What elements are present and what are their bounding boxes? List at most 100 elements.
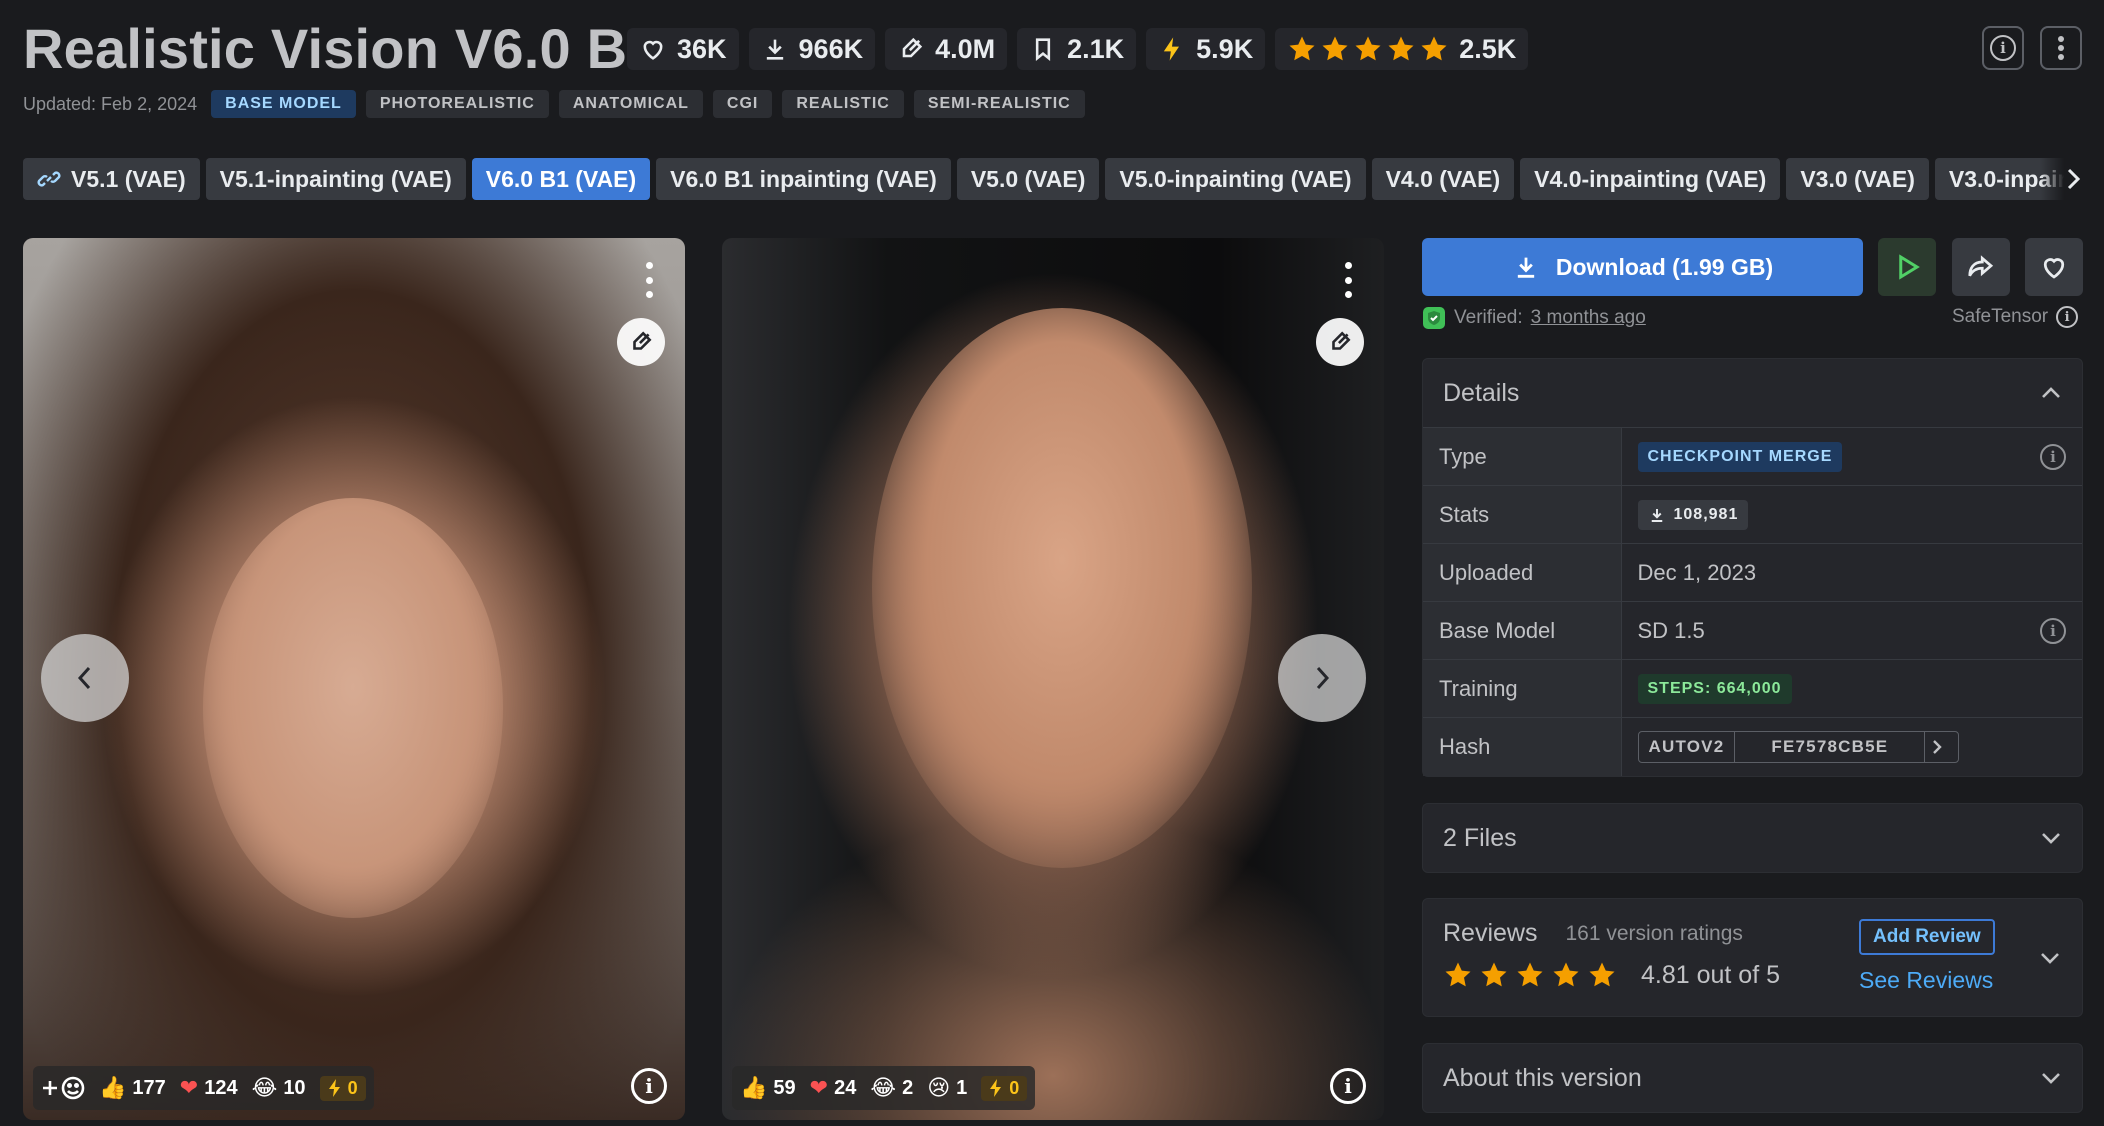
files-header[interactable]: 2 Files [1423,804,2082,872]
updated-date: Updated: Feb 2, 2024 [23,93,198,114]
image-info-button[interactable]: i [1330,1068,1366,1104]
chevron-right-icon [2062,166,2084,192]
version-tab[interactable]: V5.0-inpainting (VAE) [1105,158,1366,200]
star-icon [1388,36,1414,61]
version-tab[interactable]: V5.0 (VAE) [956,158,1100,200]
collected-stat[interactable]: 2.1K [1017,28,1137,70]
tag-photorealistic[interactable]: PHOTOREALISTIC [365,90,549,118]
bolt-icon [328,1079,342,1097]
add-reaction-button[interactable] [41,1075,85,1101]
heart-reaction[interactable]: ❤ 124 [180,1076,238,1101]
info-icon: i [1344,1074,1352,1098]
downloads-stat: 966K [748,28,876,70]
favorite-button[interactable] [2025,238,2083,296]
run-button[interactable] [1878,238,1936,296]
version-tab[interactable]: V6.0 B1 inpainting (VAE) [656,158,951,200]
files-panel[interactable]: 2 Files [1422,803,2083,873]
more-menu-button[interactable] [2040,26,2082,70]
version-tab-active[interactable]: V6.0 B1 (VAE) [471,158,651,200]
tag-cgi[interactable]: CGI [712,90,773,118]
play-icon [1892,252,1922,282]
star-icon [1481,962,1507,987]
heart-icon [639,35,667,63]
add-review-button[interactable]: Add Review [1859,919,1995,955]
training-steps-badge: STEPS: 664,000 [1637,674,1792,704]
laugh-reaction[interactable]: 😂 10 [252,1076,306,1101]
hash-next-button[interactable] [1925,732,1949,762]
cry-reaction[interactable]: 😢 1 [927,1076,967,1101]
see-reviews-link[interactable]: See Reviews [1859,967,1993,994]
brush-icon [897,35,925,63]
chevron-down-icon[interactable] [2039,951,2061,965]
image-menu-button[interactable] [1342,262,1354,298]
buzz-stat[interactable]: 5.9K [1146,28,1266,70]
gallery-image-man[interactable]: 👍 59 ❤ 24 😂 2 😢 1 0 i [722,238,1384,1120]
shield-check-icon [1422,306,1446,330]
verified-date-link[interactable]: 3 months ago [1531,307,1646,329]
version-tab[interactable]: V3.0 (VAE) [1786,158,1929,200]
like-reaction[interactable]: 👍 177 [99,1076,166,1101]
likes-stat[interactable]: 36K [627,28,739,70]
heart-icon: ❤ [809,1075,829,1101]
details-header[interactable]: Details [1423,359,2082,427]
version-tabs: V5.1 (VAE) V5.1-inpainting (VAE) V6.0 B1… [23,158,2083,200]
download-button[interactable]: Download (1.99 GB) [1422,238,1863,296]
review-stars [1443,960,1617,990]
hash-value[interactable]: FE7578CB5E [1735,731,1926,762]
details-table: Type CHECKPOINT MERGE i Stats 108,981 Upl… [1423,427,2082,776]
about-version-panel[interactable]: About this version [1422,1043,2083,1113]
base-model-tag[interactable]: BASE MODEL [211,90,356,118]
star-icon [1589,962,1615,987]
heart-reaction[interactable]: ❤ 24 [810,1076,857,1101]
like-reaction[interactable]: 👍 59 [740,1076,796,1101]
remix-button[interactable] [617,318,665,366]
version-tab[interactable]: V4.0-inpainting (VAE) [1520,158,1781,200]
link-icon [37,167,61,191]
reactions-bar: 👍 177 ❤ 124 😂 10 0 [33,1066,374,1110]
brush-icon [1327,329,1353,355]
info-icon[interactable]: i [2056,306,2079,328]
image-info-button[interactable]: i [631,1068,667,1104]
hash-algo[interactable]: AUTOV2 [1639,731,1736,762]
info-icon[interactable]: i [2040,617,2066,644]
chevron-down-icon [2040,831,2062,845]
info-icon: i [1990,35,2016,61]
plus-smile-icon [41,1075,85,1101]
chevron-down-icon [2040,1071,2062,1085]
brush-icon [628,329,654,355]
laugh-reaction[interactable]: 😂 2 [870,1076,913,1101]
version-tab[interactable]: V5.1 (VAE) [23,158,200,200]
downloads-badge: 108,981 [1637,499,1749,530]
cry-icon: 😢 [927,1075,951,1101]
buzz-tip[interactable]: 0 [981,1075,1028,1101]
rating-stat[interactable]: 2.5K [1275,28,1529,70]
generations-stat: 4.0M [885,28,1008,70]
detail-row-uploaded: Uploaded Dec 1, 2023 [1423,543,2082,602]
model-title: Realistic Vision V6.0 B1 [23,17,659,80]
version-tab[interactable]: V5.1-inpainting (VAE) [205,158,466,200]
tag-semi-realistic[interactable]: SEMI-REALISTIC [913,90,1085,118]
carousel-next-button[interactable] [1278,634,1366,722]
tag-anatomical[interactable]: ANATOMICAL [558,90,703,118]
bolt-icon [989,1079,1003,1097]
remix-button[interactable] [1316,318,1364,366]
info-icon[interactable]: i [2040,443,2066,470]
reviews-panel: Reviews 161 version ratings 4.81 out of … [1422,898,2083,1017]
buzz-tip[interactable]: 0 [319,1075,366,1101]
chevron-left-icon [74,663,96,693]
about-version-header[interactable]: About this version [1423,1044,2082,1112]
tag-realistic[interactable]: REALISTIC [782,90,904,118]
reactions-bar: 👍 59 ❤ 24 😂 2 😢 1 0 [732,1066,1036,1110]
share-button[interactable] [1952,238,2010,296]
file-format: SafeTensor i [1952,306,2079,328]
image-menu-button[interactable] [643,262,655,298]
star-icon [1322,36,1348,61]
version-tab[interactable]: V4.0 (VAE) [1371,158,1515,200]
download-icon [1512,253,1540,281]
star-icon [1445,962,1471,987]
info-button[interactable]: i [1982,26,2024,70]
tabs-scroll-right[interactable] [2040,158,2084,200]
review-score: 4.81 out of 5 [1641,960,1781,989]
gallery-image-woman[interactable]: 👍 177 ❤ 124 😂 10 0 i [23,238,685,1120]
carousel-prev-button[interactable] [41,634,129,722]
